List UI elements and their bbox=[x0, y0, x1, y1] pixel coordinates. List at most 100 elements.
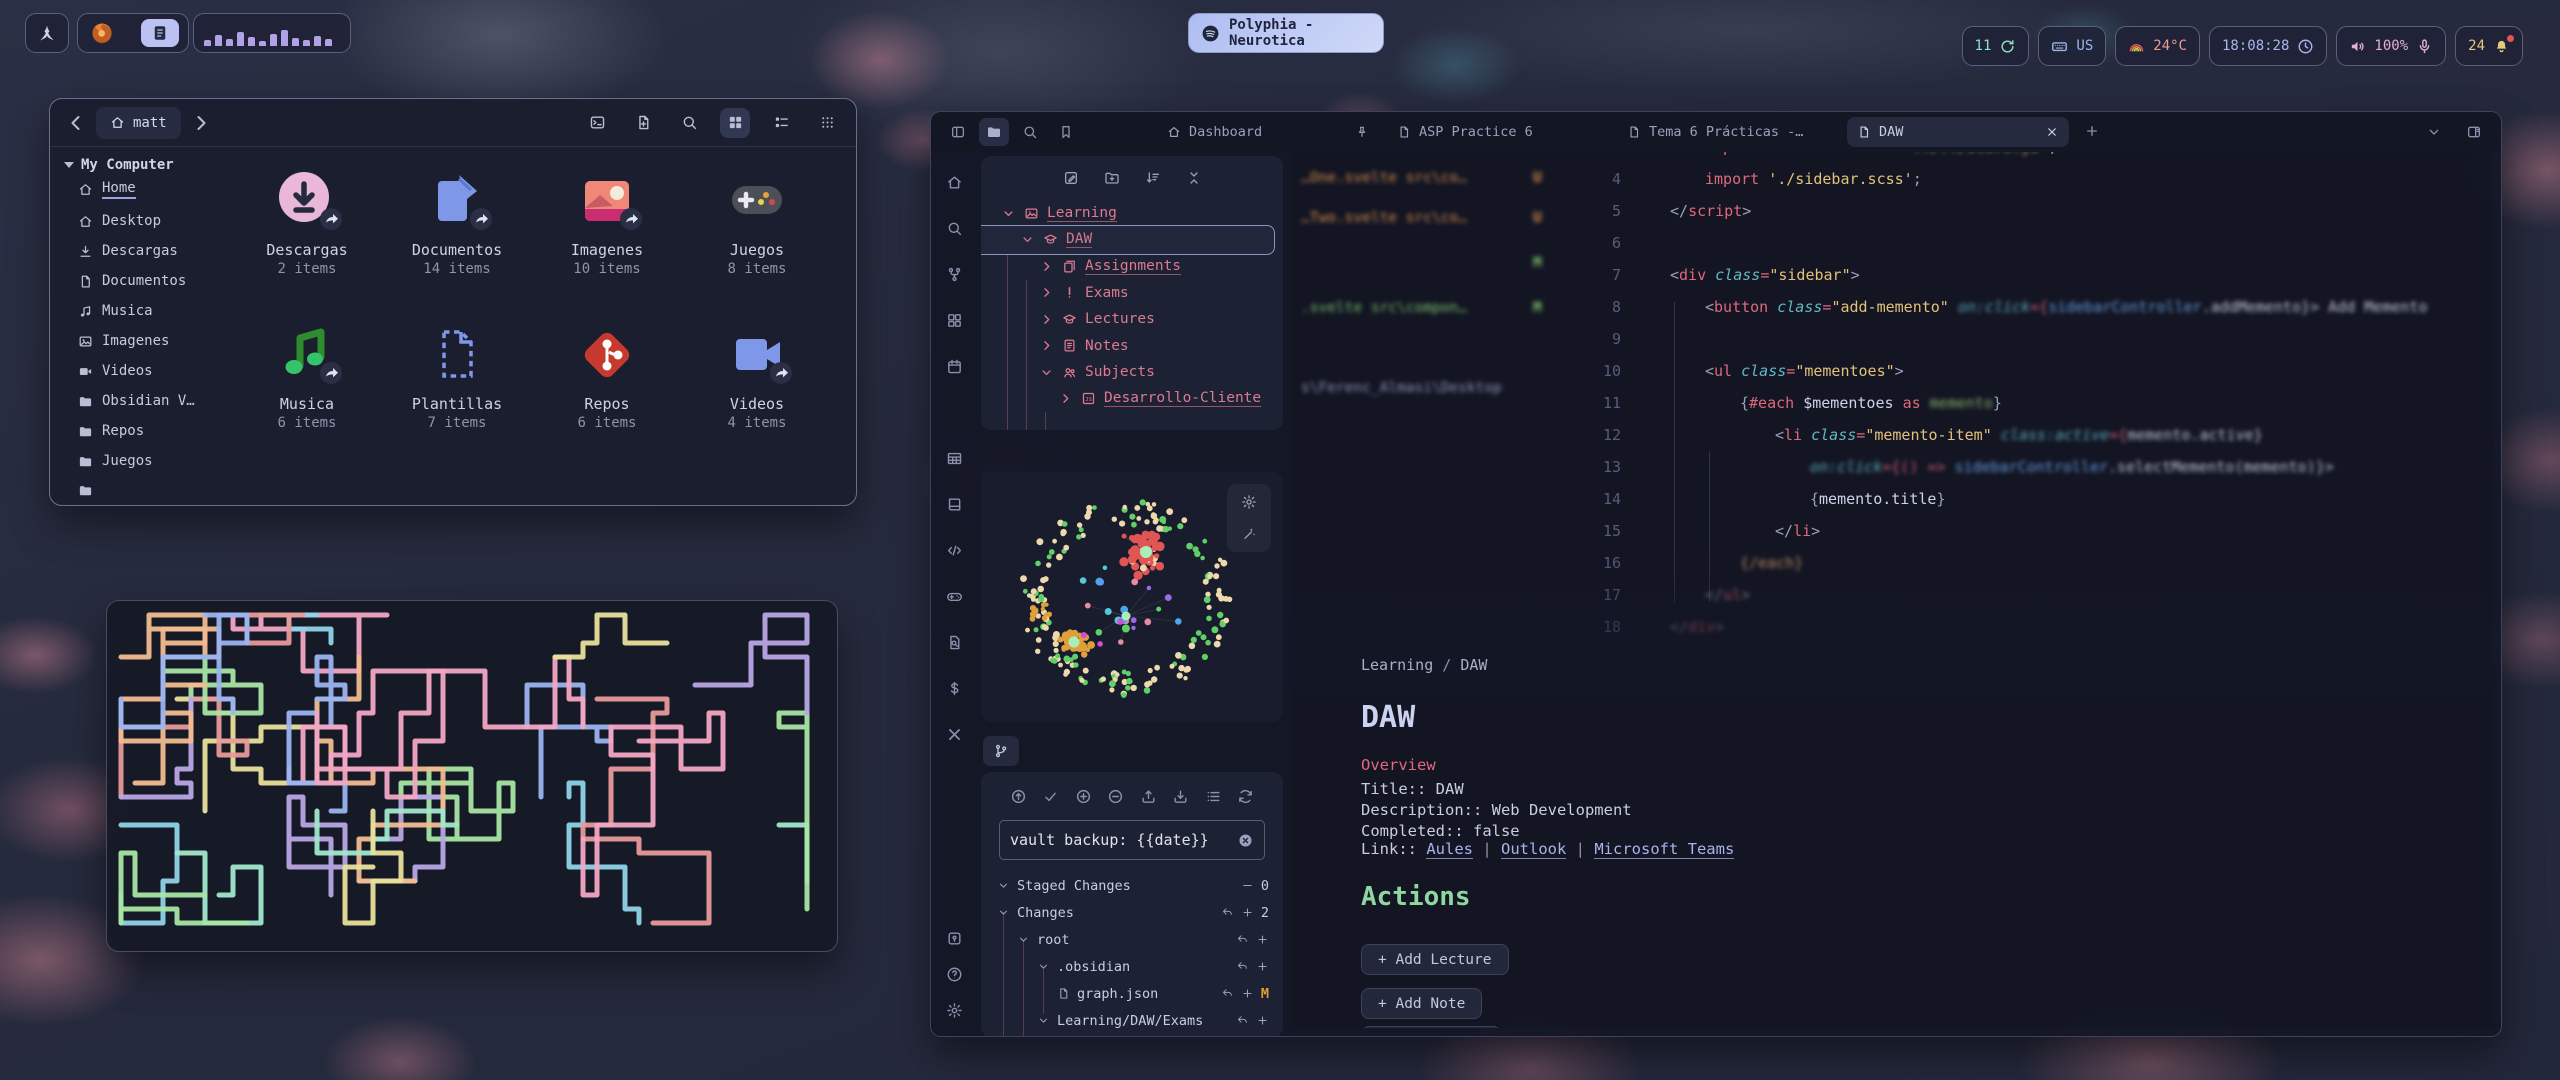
ribbon-git-fork-button[interactable] bbox=[938, 258, 970, 290]
clear-input-icon[interactable] bbox=[1237, 832, 1254, 849]
commit-message-input[interactable] bbox=[1010, 831, 1237, 849]
files-button[interactable] bbox=[979, 118, 1009, 146]
refresh-button[interactable] bbox=[1235, 786, 1257, 806]
link-aules[interactable]: Aules bbox=[1426, 840, 1473, 859]
new-tab-button[interactable] bbox=[2077, 117, 2107, 145]
tab-list-button[interactable] bbox=[2419, 118, 2449, 146]
git-panel-tab[interactable] bbox=[983, 736, 1019, 766]
ribbon-table-button[interactable] bbox=[938, 442, 970, 474]
tree-item-daw[interactable]: DAW bbox=[981, 227, 1283, 254]
ribbon-settings-button[interactable] bbox=[938, 994, 970, 1026]
search-button[interactable] bbox=[674, 108, 704, 138]
topbar-module-clock[interactable]: 18:08:28 bbox=[2209, 26, 2327, 66]
sidebar-item-more[interactable] bbox=[64, 476, 222, 505]
tree-item-subjects[interactable]: Subjects bbox=[981, 359, 1283, 386]
new-note-button[interactable] bbox=[1058, 166, 1084, 190]
git-row-root[interactable]: root bbox=[981, 926, 1283, 953]
tab-tema-6-pr-cticas-[interactable]: Tema 6 Prácticas -… bbox=[1617, 117, 1839, 147]
file-item-juegos[interactable]: Juegos8 items bbox=[682, 163, 832, 313]
git-row--obsidian[interactable]: .obsidian bbox=[981, 953, 1283, 980]
stage-all-button[interactable] bbox=[1072, 786, 1094, 806]
file-item-documentos[interactable]: Documentos14 items bbox=[382, 163, 532, 313]
launcher-button[interactable] bbox=[25, 13, 69, 53]
sidebar-item-descargas[interactable]: Descargas bbox=[64, 236, 222, 266]
sidebar-item-documentos[interactable]: Documentos bbox=[64, 266, 222, 296]
topbar-module-weather[interactable]: 24°C bbox=[2115, 26, 2200, 66]
tree-item-exams[interactable]: Exams bbox=[981, 280, 1283, 307]
tree-item-notes[interactable]: Notes bbox=[981, 333, 1283, 360]
ribbon-search-button[interactable] bbox=[938, 212, 970, 244]
tab-asp-practice-6[interactable]: ASP Practice 6 bbox=[1387, 117, 1609, 147]
link-outlook[interactable]: Outlook bbox=[1501, 840, 1566, 859]
grid-view-button[interactable] bbox=[720, 108, 750, 138]
ribbon-home-button[interactable] bbox=[938, 166, 970, 198]
sidebar-item-home[interactable]: Home bbox=[64, 173, 222, 206]
tab-daw[interactable]: DAW bbox=[1847, 117, 2069, 147]
ribbon-file-search-button[interactable] bbox=[938, 626, 970, 658]
topbar-module-keyboard-layout[interactable]: US bbox=[2038, 26, 2106, 66]
action-button--add-lecture[interactable]: + Add Lecture bbox=[1361, 944, 1509, 975]
tab-dashboard[interactable]: Dashboard bbox=[1157, 117, 1379, 147]
git-row-staged-changes[interactable]: Staged Changes0 bbox=[981, 872, 1283, 899]
breadcrumb[interactable]: matt bbox=[96, 107, 181, 139]
tree-item-desarrollo-cliente[interactable]: JSDesarrollo-Cliente bbox=[981, 386, 1283, 413]
file-item-imagenes[interactable]: Imagenes10 items bbox=[532, 163, 682, 313]
file-item-musica[interactable]: Musica6 items bbox=[232, 317, 382, 467]
taskbar-app-document[interactable] bbox=[141, 19, 179, 47]
sidebar-item-musica[interactable]: Musica bbox=[64, 296, 222, 326]
sidebar-item-imagenes[interactable]: Imagenes bbox=[64, 326, 222, 356]
sidebar-item-obsidian-v-[interactable]: Obsidian V… bbox=[64, 386, 222, 416]
taskbar-app-firefox[interactable] bbox=[87, 19, 117, 47]
tree-item-learning[interactable]: Learning bbox=[981, 200, 1283, 227]
sort-order-button[interactable] bbox=[1140, 166, 1166, 190]
ribbon-tools-button[interactable] bbox=[938, 718, 970, 750]
graph-settings-button[interactable] bbox=[1234, 489, 1264, 515]
graph-filter-button[interactable] bbox=[1234, 521, 1264, 547]
sidebar-item-videos[interactable]: Videos bbox=[64, 356, 222, 386]
change-layout-button[interactable] bbox=[1202, 786, 1224, 806]
back-button[interactable] bbox=[64, 111, 88, 135]
search-button[interactable] bbox=[1015, 118, 1045, 146]
file-item-repos[interactable]: Repos6 items bbox=[532, 317, 682, 467]
sidebar-item-repos[interactable]: Repos bbox=[64, 416, 222, 446]
bookmarks-button[interactable] bbox=[1051, 118, 1081, 146]
git-row-graph-json[interactable]: graph.jsonM bbox=[981, 980, 1283, 1007]
forward-button[interactable] bbox=[189, 111, 213, 135]
action-button--add-note[interactable]: + Add Note bbox=[1361, 988, 1482, 1019]
toggle-right-sidebar-button[interactable] bbox=[2459, 118, 2489, 146]
tree-item-assignments[interactable]: Assignments bbox=[981, 253, 1283, 280]
push-button[interactable] bbox=[1137, 786, 1159, 806]
now-playing-widget[interactable]: Polyphia - Neurotica bbox=[1188, 13, 1384, 53]
tree-item-lectures[interactable]: Lectures bbox=[981, 306, 1283, 333]
new-folder-button[interactable] bbox=[1099, 166, 1125, 190]
topbar-module-notifications[interactable]: 24 bbox=[2455, 26, 2523, 66]
git-row-changes[interactable]: Changes2 bbox=[981, 899, 1283, 926]
action-button-clipped[interactable] bbox=[1361, 1026, 1501, 1028]
commit-and-push-button[interactable] bbox=[1007, 786, 1029, 806]
ribbon-help-button[interactable] bbox=[938, 958, 970, 990]
list-view-button[interactable] bbox=[766, 108, 796, 138]
ribbon-dollar-button[interactable] bbox=[938, 672, 970, 704]
file-item-plantillas[interactable]: Plantillas7 items bbox=[382, 317, 532, 467]
file-item-videos[interactable]: Videos4 items bbox=[682, 317, 832, 467]
pull-button[interactable] bbox=[1170, 786, 1192, 806]
topbar-module-updates[interactable]: 11 bbox=[1962, 26, 2030, 66]
ribbon-gamepad-button[interactable] bbox=[938, 580, 970, 612]
file-item-descargas[interactable]: Descargas2 items bbox=[232, 163, 382, 313]
sidebar-root[interactable]: My Computer bbox=[64, 157, 222, 173]
sidebar-item-desktop[interactable]: Desktop bbox=[64, 206, 222, 236]
menu-button[interactable] bbox=[812, 108, 842, 138]
ribbon-terminal-button[interactable] bbox=[938, 396, 970, 428]
toggle-left-sidebar-button[interactable] bbox=[943, 118, 973, 146]
collapse-all-button[interactable] bbox=[1181, 166, 1207, 190]
commit-button[interactable] bbox=[1040, 786, 1062, 806]
unstage-all-button[interactable] bbox=[1105, 786, 1127, 806]
note-breadcrumb[interactable]: Learning / DAW bbox=[1361, 656, 1487, 674]
sidebar-item-juegos[interactable]: Juegos bbox=[64, 446, 222, 476]
git-row-learning-daw-exams[interactable]: Learning/DAW/Exams bbox=[981, 1007, 1283, 1034]
ribbon-code-percent-button[interactable] bbox=[938, 534, 970, 566]
link-microsoft-teams[interactable]: Microsoft Teams bbox=[1594, 840, 1734, 859]
topbar-module-volume[interactable]: 100% bbox=[2336, 26, 2446, 66]
ribbon-book-button[interactable] bbox=[938, 488, 970, 520]
ribbon-vault-button[interactable] bbox=[938, 922, 970, 954]
